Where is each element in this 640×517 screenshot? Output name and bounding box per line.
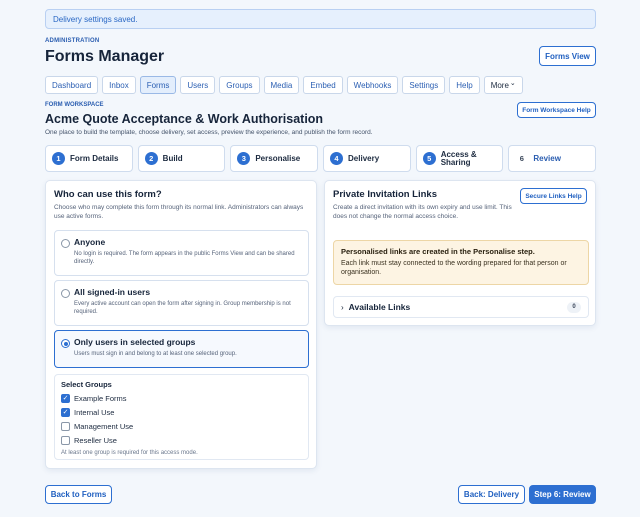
nav-tab-settings[interactable]: Settings	[402, 76, 446, 94]
available-links-toggle[interactable]: › Available Links 0	[333, 296, 589, 318]
notice-title: Personalised links are created in the Pe…	[341, 247, 535, 256]
checkbox-unchecked-icon[interactable]	[61, 436, 70, 445]
group-checkbox-row[interactable]: ✓ Internal Use	[61, 408, 302, 417]
invitation-card-description: Create a direct invitation with its own …	[333, 204, 512, 220]
notice-body: Each link must stay connected to the wor…	[341, 260, 567, 276]
access-option-signed-in[interactable]: All signed-in users Every active account…	[54, 280, 309, 326]
checkbox-checked-icon[interactable]: ✓	[61, 408, 70, 417]
form-workspace-help-button[interactable]: Form Workspace Help	[517, 102, 596, 118]
group-label: Management Use	[74, 422, 134, 431]
access-card: Who can use this form? Choose who may co…	[45, 180, 317, 469]
nav-tab-help[interactable]: Help	[449, 76, 480, 94]
page-title: Forms Manager	[45, 48, 165, 65]
next-review-button[interactable]: Step 6: Review	[529, 485, 596, 504]
option-title: Anyone	[74, 237, 106, 247]
step-wizard: 1 Form Details 2 Build 3 Personalise 4 D…	[45, 145, 597, 172]
step-build[interactable]: 2 Build	[137, 145, 226, 172]
nav-tab-dashboard[interactable]: Dashboard	[45, 76, 99, 94]
available-links-label: Available Links	[348, 302, 411, 312]
option-description: No login is required. The form appears i…	[74, 251, 295, 265]
group-label: Example Forms	[74, 394, 127, 403]
step-label: Personalise	[255, 153, 301, 163]
access-option-anyone[interactable]: Anyone No login is required. The form ap…	[54, 230, 309, 276]
step-number: 5	[422, 152, 436, 165]
chevron-right-icon: ›	[341, 302, 344, 312]
secure-links-help-button[interactable]: Secure Links Help	[520, 188, 587, 204]
radio-selected-groups[interactable]	[61, 339, 70, 348]
checkbox-checked-icon[interactable]: ✓	[61, 394, 70, 403]
step-number: 6	[519, 154, 524, 163]
step-label: Build	[162, 153, 183, 163]
nav-tab-groups[interactable]: Groups	[219, 76, 260, 94]
step-form-details[interactable]: 1 Form Details	[45, 145, 133, 172]
option-title: All signed-in users	[74, 287, 151, 297]
nav-tab-embed[interactable]: Embed	[303, 76, 343, 94]
nav-more-menu[interactable]: More ⌄	[483, 76, 523, 94]
workspace-eyebrow: FORM WORKSPACE	[45, 102, 104, 108]
step-label: Form Details	[70, 153, 119, 163]
forms-view-button[interactable]: Forms View	[539, 46, 596, 66]
groups-hint: At least one group is required for this …	[61, 450, 198, 456]
access-option-selected-groups[interactable]: Only users in selected groups Users must…	[54, 330, 309, 368]
group-selector: Select Groups ✓ Example Forms ✓ Internal…	[54, 374, 309, 460]
step-review[interactable]: 6 Review	[508, 145, 597, 172]
nav-tab-users[interactable]: Users	[180, 76, 216, 94]
access-card-title: Who can use this form?	[54, 189, 162, 200]
links-count-badge: 0	[567, 301, 581, 313]
step-delivery[interactable]: 4 Delivery	[323, 145, 411, 172]
main-nav: Dashboard Inbox Forms Users Groups Media…	[45, 76, 523, 94]
groups-title: Select Groups	[61, 380, 112, 389]
group-label: Internal Use	[74, 408, 115, 417]
nav-tab-webhooks[interactable]: Webhooks	[346, 76, 399, 94]
back-delivery-button[interactable]: Back: Delivery	[458, 485, 525, 504]
invitation-links-card: Private Invitation Links Create a direct…	[324, 180, 596, 326]
checkbox-unchecked-icon[interactable]	[61, 422, 70, 431]
admin-eyebrow: ADMINISTRATION	[45, 38, 100, 44]
group-checkbox-row[interactable]: ✓ Example Forms	[61, 394, 302, 403]
status-alert: Delivery settings saved.	[45, 9, 596, 29]
step-number: 3	[237, 152, 251, 165]
group-checkbox-row[interactable]: Reseller Use	[61, 436, 302, 445]
step-number: 2	[144, 152, 158, 165]
group-label: Reseller Use	[74, 436, 117, 445]
step-personalise[interactable]: 3 Personalise	[230, 145, 319, 172]
nav-tab-forms[interactable]: Forms	[139, 76, 177, 94]
option-title: Only users in selected groups	[74, 337, 196, 347]
personalise-notice: Personalised links are created in the Pe…	[333, 240, 589, 285]
step-label: Access & Sharing	[440, 149, 477, 167]
radio-signed-in[interactable]	[61, 289, 70, 298]
option-description: Every active account can open the form a…	[74, 301, 291, 315]
step-number: 4	[330, 152, 344, 165]
nav-more-label: More	[490, 80, 509, 90]
nav-tab-media[interactable]: Media	[263, 76, 300, 94]
option-description: Users must sign in and belong to at leas…	[74, 351, 237, 357]
chevron-down-icon: ⌄	[509, 80, 516, 87]
step-label: Review	[533, 153, 561, 163]
workspace-subtitle: One place to build the template, choose …	[45, 129, 373, 136]
group-checkbox-row[interactable]: Management Use	[61, 422, 302, 431]
workspace-title: Acme Quote Acceptance & Work Authorisati…	[45, 112, 324, 126]
back-to-forms-button[interactable]: Back to Forms	[45, 485, 112, 504]
step-number: 1	[52, 152, 65, 165]
step-label: Delivery	[348, 153, 380, 163]
step-access-sharing[interactable]: 5 Access & Sharing	[415, 145, 504, 172]
access-card-description: Choose who may complete this form throug…	[54, 204, 304, 220]
radio-anyone[interactable]	[61, 239, 70, 248]
nav-tab-inbox[interactable]: Inbox	[102, 76, 136, 94]
